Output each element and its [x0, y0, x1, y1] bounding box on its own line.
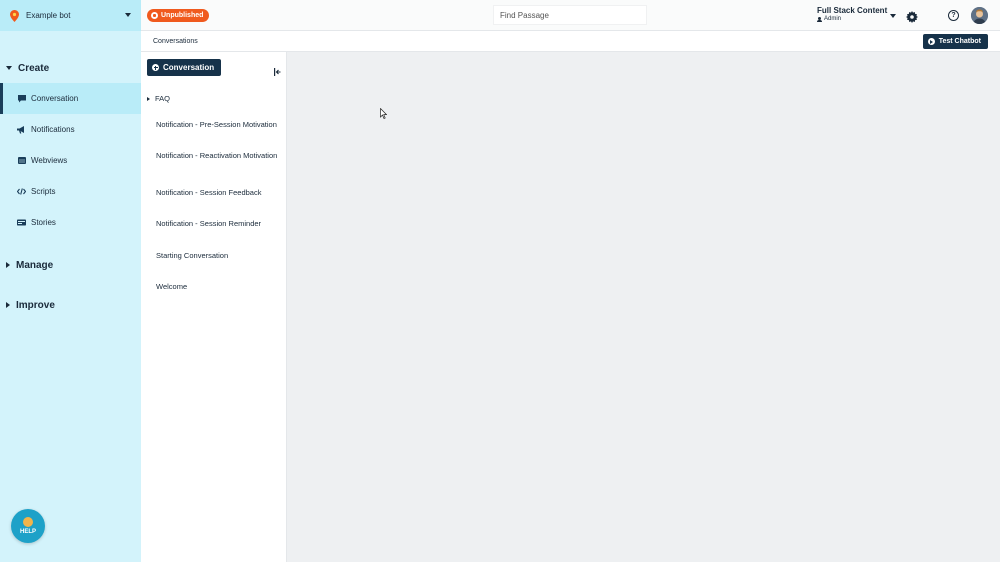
sidebar-item-webviews[interactable]: Webviews	[0, 145, 141, 176]
top-bar: Example bot Unpublished Full Stack Conte…	[0, 0, 1000, 31]
workspace-role: Admin	[817, 16, 887, 22]
conversation-folder-faq[interactable]: FAQ	[147, 94, 170, 103]
chat-icon	[17, 94, 26, 103]
conversation-item[interactable]: Notification - Session Reminder	[156, 218, 281, 229]
help-button[interactable]: HELP	[11, 509, 45, 543]
workspace-selector[interactable]: Full Stack Content Admin	[817, 6, 887, 22]
status-badge-label: Unpublished	[161, 12, 204, 19]
gear-icon[interactable]	[906, 10, 918, 23]
conversation-item[interactable]: Notification - Reactivation Motivation	[156, 150, 281, 161]
help-icon[interactable]: ?	[948, 10, 959, 21]
sidebar-item-label: Scripts	[31, 187, 56, 196]
find-passage-input[interactable]	[493, 5, 647, 25]
add-conversation-label: Conversation	[163, 63, 215, 72]
window-icon	[17, 157, 26, 165]
collapse-panel-icon[interactable]	[274, 63, 281, 76]
avatar[interactable]	[971, 7, 988, 24]
workspace-chevron-down-icon[interactable]	[890, 14, 896, 18]
sidebar-item-label: Conversation	[31, 94, 79, 103]
sidebar-item-label: Webviews	[31, 156, 68, 165]
chevron-down-icon	[125, 13, 131, 17]
sidebar-item-label: Notifications	[31, 125, 75, 134]
workspace-role-label: Admin	[824, 16, 842, 22]
sidebar-item-notifications[interactable]: Notifications	[0, 114, 141, 145]
folder-label: FAQ	[155, 94, 171, 103]
sidebar-section-manage[interactable]: Manage	[6, 258, 53, 272]
help-button-label: HELP	[19, 529, 36, 535]
test-chatbot-button[interactable]: Test Chatbot	[922, 34, 988, 49]
conversation-list-panel: Conversation FAQ Notification - Pre-Sess…	[141, 52, 287, 562]
workspace-name: Full Stack Content	[817, 6, 888, 15]
editor-canvas[interactable]	[287, 52, 1000, 562]
bot-selector[interactable]: Example bot	[0, 0, 141, 31]
mouse-cursor-icon	[380, 106, 388, 119]
sidebar-section-improve[interactable]: Improve	[6, 298, 55, 312]
sidebar-section-label: Create	[18, 62, 50, 74]
sidebar-item-stories[interactable]: Stories	[0, 207, 141, 238]
mascot-icon	[23, 517, 33, 527]
conversation-item[interactable]: Welcome	[156, 281, 281, 292]
caret-right-icon	[6, 302, 10, 308]
breadcrumb-bar: Conversations Test Chatbot	[141, 31, 1000, 52]
sidebar-section-label: Manage	[16, 259, 54, 271]
add-conversation-button[interactable]: Conversation	[147, 59, 222, 76]
conversation-item[interactable]: Notification - Session Feedback	[156, 187, 281, 198]
status-badge: Unpublished	[147, 9, 210, 22]
sidebar-item-label: Stories	[31, 218, 56, 227]
caret-down-icon	[6, 66, 12, 70]
sidebar-section-label: Improve	[16, 299, 55, 311]
cards-icon	[17, 219, 26, 227]
play-icon	[927, 38, 935, 45]
person-icon	[817, 16, 822, 22]
caret-right-icon	[147, 96, 150, 101]
stop-icon	[151, 12, 158, 19]
test-chatbot-label: Test Chatbot	[938, 38, 981, 45]
breadcrumb[interactable]: Conversations	[153, 38, 198, 45]
megaphone-icon	[17, 125, 26, 134]
sidebar-section-create[interactable]: Create	[6, 61, 49, 75]
sidebar-item-scripts[interactable]: Scripts	[0, 176, 141, 207]
sidebar-item-conversation[interactable]: Conversation	[0, 83, 141, 114]
sidebar: Create Conversation Notifications Webvie…	[0, 31, 141, 562]
plus-circle-icon	[152, 64, 159, 71]
conversation-item[interactable]: Starting Conversation	[156, 250, 281, 261]
caret-right-icon	[6, 262, 10, 268]
code-icon	[17, 188, 26, 196]
map-pin-icon	[9, 9, 20, 22]
bot-name: Example bot	[26, 11, 71, 20]
conversation-item[interactable]: Notification - Pre-Session Motivation	[156, 119, 281, 130]
